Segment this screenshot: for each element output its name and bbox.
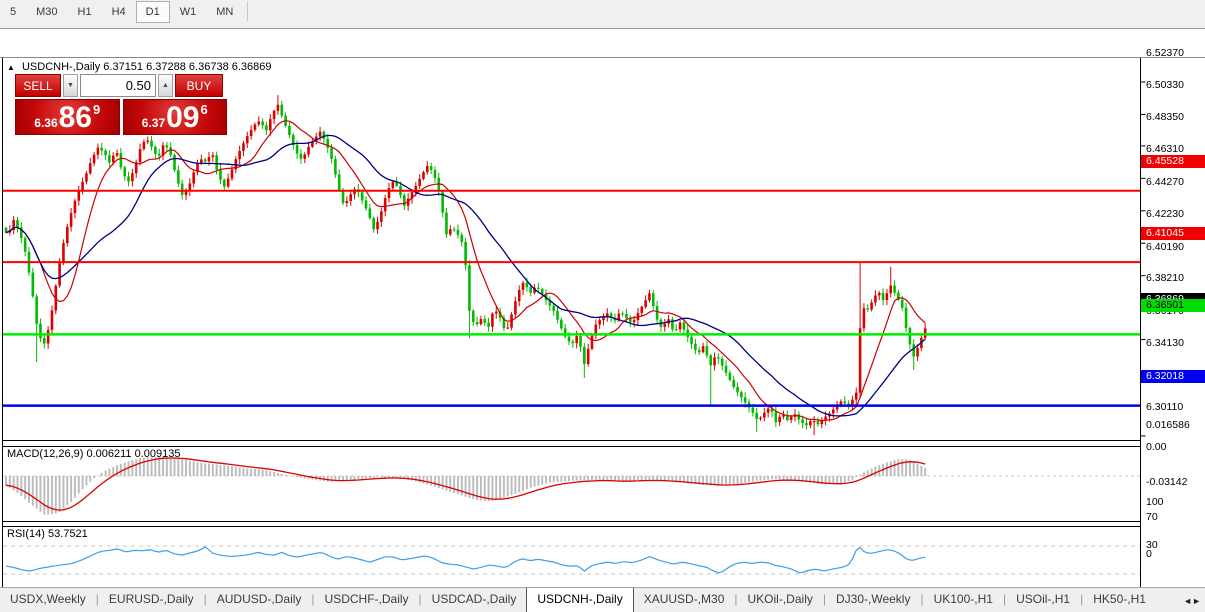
ma-slow-line (5, 134, 926, 417)
macd-tick-label: 0.00 (1146, 441, 1167, 453)
rsi-value: 53.7521 (47, 528, 88, 540)
rsi-pane[interactable] (3, 545, 1140, 575)
rsi-tick-label: 70 (1146, 511, 1158, 523)
price-tick-label: 6.34130 (1146, 337, 1184, 350)
symbol-period-label: USDCNH-,Daily (21, 61, 101, 73)
bottom-tab-eurusd-daily[interactable]: EURUSD-,Daily (99, 588, 204, 612)
bottom-tab-uk100-h1[interactable]: UK100-,H1 (924, 588, 1003, 612)
bottom-tab-xauusd-m30[interactable]: XAUUSD-,M30 (634, 588, 735, 612)
chart-window[interactable]: ▲ USDCNH-,Daily 6.37151 6.37288 6.36738 … (0, 29, 1205, 611)
ma-fast-line (5, 120, 926, 422)
timeframe-toolbar: 5 M30 H1 H4 D1 W1 MN (0, 0, 1205, 29)
macd-label: MACD(12,26,9) 0.006211 0.009135 (7, 448, 181, 460)
main-price-pane[interactable] (3, 95, 1140, 436)
price-badge-6.45528: 6.45528 (1141, 155, 1205, 169)
buy-price-main: 09 (166, 101, 200, 134)
volume-increase-button[interactable]: ▲ (158, 74, 173, 97)
bottom-tab-audusd-daily[interactable]: AUDUSD-,Daily (207, 588, 312, 612)
bottom-tab-hk50-h1[interactable]: HK50-,H1 (1083, 588, 1156, 612)
rsi-tick-label: 100 (1146, 495, 1164, 508)
buy-price-pip: 6 (200, 102, 208, 117)
toolbar-separator (247, 1, 249, 21)
buy-price-prefix: 6.37 (141, 116, 166, 130)
bottom-tab-usdcad-daily[interactable]: USDCAD-,Daily (422, 588, 527, 612)
price-tick-label: 6.46310 (1146, 143, 1184, 156)
price-badge-6.41045: 6.41045 (1141, 226, 1205, 240)
timeframe-button-d1[interactable]: D1 (135, 1, 170, 23)
rsi-tick-label: 0 (1146, 547, 1152, 560)
price-badge-6.32018: 6.32018 (1141, 370, 1205, 384)
price-tick-label: 6.30110 (1146, 400, 1184, 413)
price-tick-label: 6.40190 (1146, 240, 1184, 253)
macd-tick-label: 0.016586 (1146, 419, 1190, 431)
price-badge-6.36501: 6.36501 (1141, 298, 1205, 312)
timeframe-button-h4[interactable]: H4 (102, 1, 136, 23)
sell-price-pip: 9 (93, 102, 101, 117)
tab-scroll-right-icon[interactable]: ► (1192, 596, 1201, 606)
collapse-icon[interactable]: ▲ (7, 63, 15, 72)
bottom-tab-usoil-h1[interactable]: USOil-,H1 (1006, 588, 1080, 612)
ohlc-values: 6.37151 6.37288 6.36738 6.36869 (103, 61, 272, 73)
bottom-tab-usdchf-daily[interactable]: USDCHF-,Daily (315, 588, 419, 612)
price-tick-label: 6.48350 (1146, 110, 1184, 123)
buy-button[interactable]: BUY (175, 74, 223, 97)
sell-price-box[interactable]: 6.36 86 9 (15, 99, 120, 135)
macd-pane[interactable] (3, 456, 1140, 515)
candles-layer (4, 95, 927, 436)
timeframe-button-m30[interactable]: M30 (26, 1, 67, 23)
buy-price-box[interactable]: 6.37 09 6 (122, 99, 227, 135)
bottom-tab-dj30-weekly[interactable]: DJ30-,Weekly (826, 588, 920, 612)
tab-scroll-left-icon[interactable]: ◄ (1183, 596, 1192, 606)
bottom-tab-ukoil-daily[interactable]: UKOil-,Daily (738, 588, 823, 612)
rsi-label: RSI(14) 53.7521 (7, 528, 88, 540)
chart-tab-bar: USDX,Weekly | EURUSD-,Daily | AUDUSD-,Daily |… (0, 587, 1205, 612)
macd-main-value: 0.006211 (86, 448, 132, 460)
sell-price-main: 86 (58, 101, 92, 134)
sell-price-prefix: 6.36 (34, 116, 58, 130)
timeframe-button-5[interactable]: 5 (0, 1, 26, 23)
price-tick-label: 6.44270 (1146, 175, 1184, 188)
macd-tick-label: -0.03142 (1146, 475, 1188, 488)
sell-button[interactable]: SELL (15, 74, 61, 97)
bottom-tab-usdcnh-daily[interactable]: USDCNH-,Daily (526, 588, 634, 612)
volume-input[interactable] (80, 74, 156, 97)
timeframe-button-mn[interactable]: MN (206, 1, 243, 23)
one-click-trade-panel: SELL ▼ ▲ BUY 6.36 86 9 6.37 09 6 (15, 74, 227, 135)
tab-scroll-controls: ◄ ► (1183, 588, 1205, 612)
price-tick-label: 6.50330 (1146, 79, 1184, 92)
volume-decrease-button[interactable]: ▼ (63, 74, 78, 97)
macd-signal-value: 0.009135 (134, 448, 181, 460)
chart-title: ▲ USDCNH-,Daily 6.37151 6.37288 6.36738 … (7, 61, 272, 73)
bottom-tab-usdx-weekly[interactable]: USDX,Weekly (0, 588, 96, 612)
price-tick-label: 6.52370 (1146, 47, 1184, 59)
rsi-line (5, 546, 926, 574)
price-tick-label: 6.38210 (1146, 272, 1184, 285)
trading-terminal-window: 5 M30 H1 H4 D1 W1 MN ▲ USDCNH-,Daily 6.37151 6… (0, 0, 1205, 612)
price-tick-label: 6.42230 (1146, 208, 1184, 221)
timeframe-button-w1[interactable]: W1 (170, 1, 207, 23)
timeframe-button-h1[interactable]: H1 (68, 1, 102, 23)
